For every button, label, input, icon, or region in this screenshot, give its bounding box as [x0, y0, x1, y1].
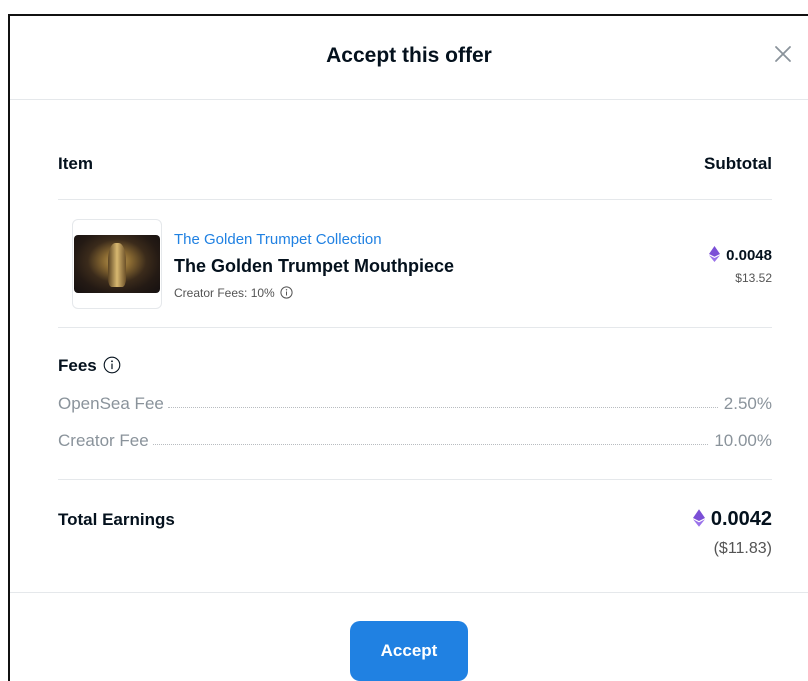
item-price-eth-value: 0.0048 — [726, 247, 772, 264]
modal-title: Accept this offer — [326, 44, 492, 67]
fee-value: 2.50% — [723, 394, 772, 413]
total-earnings-eth: 0.0042 — [692, 508, 772, 533]
trumpet-mouthpiece-image — [74, 235, 160, 293]
item-column-header: Item — [58, 154, 93, 173]
creator-fee-row: Creator Fee 10.00% — [58, 429, 772, 451]
item-row: The Golden Trumpet Collection The Golden… — [58, 200, 772, 328]
accept-offer-modal: Accept this offer Item Subtotal The Gold… — [8, 14, 808, 681]
ethereum-icon — [692, 509, 705, 533]
total-earnings-section: Total Earnings 0.0042 ($11.83) — [58, 480, 772, 592]
creator-fees-label: Creator Fees: 10% — [174, 286, 275, 300]
item-price-eth: 0.0048 — [709, 246, 772, 266]
fee-label: Creator Fee — [58, 431, 149, 450]
ethereum-icon — [709, 246, 721, 266]
accept-button[interactable]: Accept — [350, 621, 468, 681]
fees-title: Fees — [58, 356, 97, 375]
fee-value: 10.00% — [714, 431, 772, 450]
table-header: Item Subtotal — [58, 154, 772, 200]
subtotal-column-header: Subtotal — [704, 154, 772, 173]
modal-header: Accept this offer — [10, 16, 808, 100]
collection-link[interactable]: The Golden Trumpet Collection — [174, 231, 382, 248]
info-icon[interactable] — [280, 286, 293, 302]
opensea-fee-row: OpenSea Fee 2.50% — [58, 392, 772, 414]
total-earnings-usd: ($11.83) — [713, 540, 772, 557]
dotted-leader — [152, 444, 709, 445]
item-thumbnail[interactable] — [72, 219, 162, 309]
total-earnings-eth-value: 0.0042 — [710, 508, 772, 530]
total-earnings-label: Total Earnings — [58, 510, 175, 529]
item-name: The Golden Trumpet Mouthpiece — [174, 256, 455, 276]
close-icon[interactable] — [772, 43, 794, 65]
modal-footer: Accept — [10, 592, 808, 681]
item-price-usd: $13.52 — [735, 271, 772, 285]
fees-section: Fees OpenSea Fee 2.50% Creator Fee 10.00… — [58, 328, 772, 480]
dotted-leader — [167, 407, 718, 408]
fee-label: OpenSea Fee — [58, 394, 164, 413]
fees-heading: Fees — [58, 356, 121, 379]
info-icon[interactable] — [103, 356, 121, 379]
creator-fees-note: Creator Fees: 10% — [174, 286, 293, 302]
